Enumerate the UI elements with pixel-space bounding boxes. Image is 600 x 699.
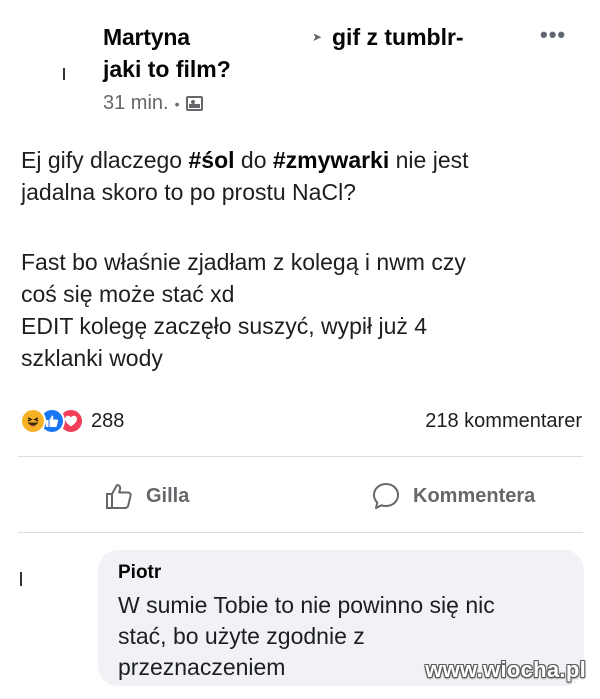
- post-line-2: jadalna skoro to po prostu NaCl?: [21, 179, 356, 205]
- post-line-3: Fast bo właśnie zjadłam z kolegą i nwm c…: [21, 249, 466, 275]
- post-body: Ej gify dlaczego #śol do #zmywarki nie j…: [21, 144, 581, 374]
- comment-line-2: stać, bo użyte zgodnie z: [118, 623, 365, 649]
- divider: [18, 456, 583, 457]
- comment-count-link[interactable]: 218 kommentarer: [425, 410, 582, 433]
- reaction-count: 288: [91, 409, 125, 432]
- comment-author-name[interactable]: Piotr: [118, 562, 161, 584]
- post-text-fragment: Ej gify dlaczego: [21, 147, 189, 173]
- group-name-continued[interactable]: jaki to film?: [103, 56, 231, 83]
- hashtag-link[interactable]: #śol: [188, 147, 234, 173]
- like-button[interactable]: Gilla: [104, 478, 189, 514]
- comment-button[interactable]: Kommentera: [371, 478, 535, 514]
- post-line-1: Ej gify dlaczego #śol do #zmywarki nie j…: [21, 144, 581, 176]
- reactions-summary[interactable]: 288: [20, 408, 124, 434]
- thumbs-up-icon: [106, 484, 132, 509]
- post-timestamp[interactable]: 31 min.: [103, 92, 169, 115]
- comment-button-label: Kommentera: [413, 484, 536, 507]
- post-text-fragment: do: [234, 147, 273, 173]
- like-button-label: Gilla: [146, 484, 190, 507]
- cropped-avatar-edge: [63, 68, 65, 80]
- meta-separator: •: [174, 95, 180, 112]
- hashtag-link[interactable]: #zmywarki: [273, 147, 389, 173]
- cropped-comment-avatar-edge: [20, 572, 22, 586]
- post-meta: 31 min. •: [103, 92, 203, 115]
- post-text-fragment: nie jest: [389, 147, 469, 173]
- site-watermark: www.wiocha.pl: [425, 657, 586, 682]
- haha-reaction-icon: [20, 408, 46, 434]
- post-line-6: szklanki wody: [21, 345, 163, 371]
- group-name[interactable]: gif z tumblr-: [332, 24, 464, 51]
- post-author-name[interactable]: Martyna: [103, 24, 190, 51]
- divider: [18, 532, 583, 533]
- post-line-4: coś się może stać xd: [21, 281, 235, 307]
- more-options-icon[interactable]: •••: [540, 22, 566, 48]
- comment-bubble-icon: [373, 483, 399, 509]
- arrow-right-icon: ➤: [312, 30, 323, 44]
- post-line-5: EDIT kolegę zaczęło suszyć, wypił już 4: [21, 313, 428, 339]
- audience-icon[interactable]: [185, 96, 203, 111]
- comment-line-1: W sumie Tobie to nie powinno się nic: [118, 592, 495, 618]
